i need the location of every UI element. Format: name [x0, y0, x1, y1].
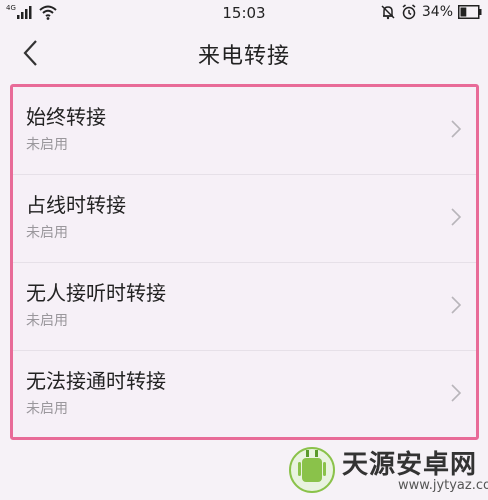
option-title: 无人接听时转接 [26, 281, 166, 305]
battery-icon [458, 5, 482, 19]
watermark-url: www.jytyaz.com [398, 478, 488, 493]
status-right: 34% [380, 4, 482, 20]
chevron-right-icon [451, 208, 462, 226]
alarm-icon [402, 4, 416, 20]
option-no-answer-forward[interactable]: 无人接听时转接 未启用 [13, 263, 476, 351]
page-title: 来电转接 [197, 44, 290, 69]
option-title: 无法接通时转接 [26, 369, 166, 393]
option-title: 始终转接 [26, 105, 106, 129]
option-busy-forward[interactable]: 占线时转接 未启用 [13, 175, 476, 263]
android-logo-icon [289, 447, 335, 493]
bell-off-icon [381, 5, 395, 20]
chevron-right-icon [451, 120, 462, 138]
option-status: 未启用 [26, 225, 68, 241]
chevron-right-icon [451, 384, 462, 402]
option-status: 未启用 [26, 313, 68, 329]
watermark-brand: 天源安卓网 [342, 450, 478, 480]
option-status: 未启用 [26, 137, 68, 153]
status-bar: 4G 15:03 34% [0, 0, 488, 26]
app-header: 来电转接 [0, 26, 488, 80]
option-title: 占线时转接 [26, 193, 126, 217]
option-unreachable-forward[interactable]: 无法接通时转接 未启用 [13, 351, 476, 438]
option-always-forward[interactable]: 始终转接 未启用 [13, 87, 476, 175]
forwarding-options-list: 始终转接 未启用 占线时转接 未启用 无人接听时转接 未启用 无法接通时转接 未… [10, 84, 479, 440]
option-status: 未启用 [26, 401, 68, 417]
watermark: 天源安卓网 www.jytyaz.com [288, 440, 488, 500]
battery-percent: 34% [421, 4, 453, 20]
chevron-right-icon [451, 296, 462, 314]
